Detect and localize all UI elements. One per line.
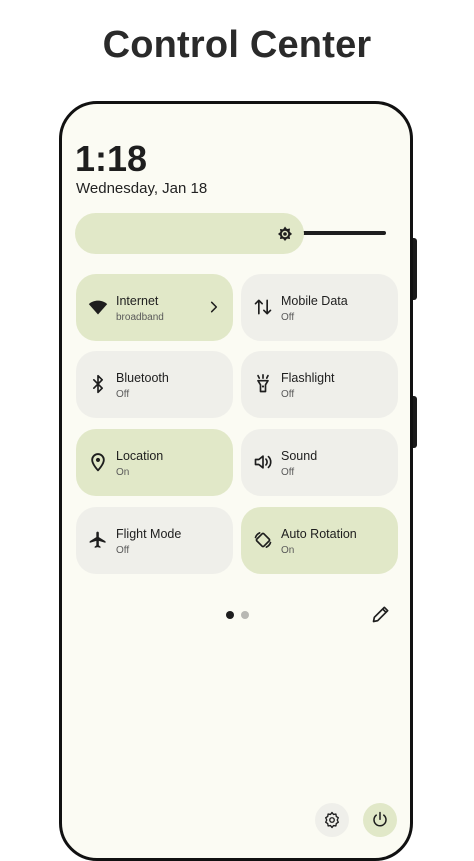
tile-label: Location bbox=[116, 449, 164, 463]
tile-status: Off bbox=[116, 389, 130, 400]
wifi-icon bbox=[88, 300, 108, 315]
tile-location[interactable]: Location On bbox=[76, 429, 233, 496]
tile-flight-mode[interactable]: Flight Mode Off bbox=[76, 507, 233, 574]
tile-label: Sound bbox=[281, 449, 318, 463]
clock: 1:18 bbox=[75, 138, 148, 179]
tile-sound[interactable]: Sound Off bbox=[241, 429, 398, 496]
mobile-data-icon bbox=[254, 299, 272, 315]
tile-status: Off bbox=[281, 312, 295, 323]
power-button[interactable] bbox=[363, 803, 397, 837]
tile-bluetooth[interactable]: Bluetooth Off bbox=[76, 351, 233, 418]
tile-status: On bbox=[281, 545, 295, 556]
sound-icon bbox=[254, 455, 272, 469]
tile-label: Auto Rotation bbox=[281, 527, 357, 541]
brightness-track[interactable] bbox=[300, 231, 386, 235]
chevron-right-icon[interactable] bbox=[207, 300, 221, 314]
tile-status: Off bbox=[116, 545, 130, 556]
brightness-slider[interactable] bbox=[75, 213, 304, 254]
tile-label: Bluetooth bbox=[116, 371, 169, 385]
tile-mobile-data[interactable]: Mobile Data Off bbox=[241, 274, 398, 341]
brightness-icon bbox=[277, 226, 293, 242]
tile-status: On bbox=[116, 467, 130, 478]
gear-icon bbox=[325, 811, 339, 829]
settings-button[interactable] bbox=[315, 803, 349, 837]
edit-icon[interactable] bbox=[371, 604, 391, 624]
location-icon bbox=[91, 453, 105, 472]
airplane-icon bbox=[89, 531, 106, 548]
tile-label: Flight Mode bbox=[116, 527, 182, 541]
tile-label: Mobile Data bbox=[281, 294, 348, 308]
volume-button bbox=[413, 238, 417, 300]
power-side-button bbox=[413, 396, 417, 448]
bluetooth-icon bbox=[93, 374, 103, 394]
tile-auto-rotation[interactable]: Auto Rotation On bbox=[241, 507, 398, 574]
power-icon bbox=[373, 811, 387, 827]
tile-internet[interactable]: Internet broadband bbox=[76, 274, 233, 341]
page-indicator-dot[interactable] bbox=[226, 611, 234, 619]
page-indicator-dot[interactable] bbox=[241, 611, 249, 619]
date: Wednesday, Jan 18 bbox=[76, 180, 208, 197]
tile-label: Internet bbox=[116, 294, 159, 308]
tile-label: Flashlight bbox=[281, 371, 335, 385]
flashlight-icon bbox=[257, 374, 269, 393]
tile-status: broadband bbox=[116, 312, 164, 323]
page-headline: Control Center bbox=[102, 24, 372, 66]
tile-flashlight[interactable]: Flashlight Off bbox=[241, 351, 398, 418]
tile-status: Off bbox=[281, 389, 295, 400]
tile-status: Off bbox=[281, 467, 295, 478]
auto-rotate-icon bbox=[254, 532, 272, 548]
